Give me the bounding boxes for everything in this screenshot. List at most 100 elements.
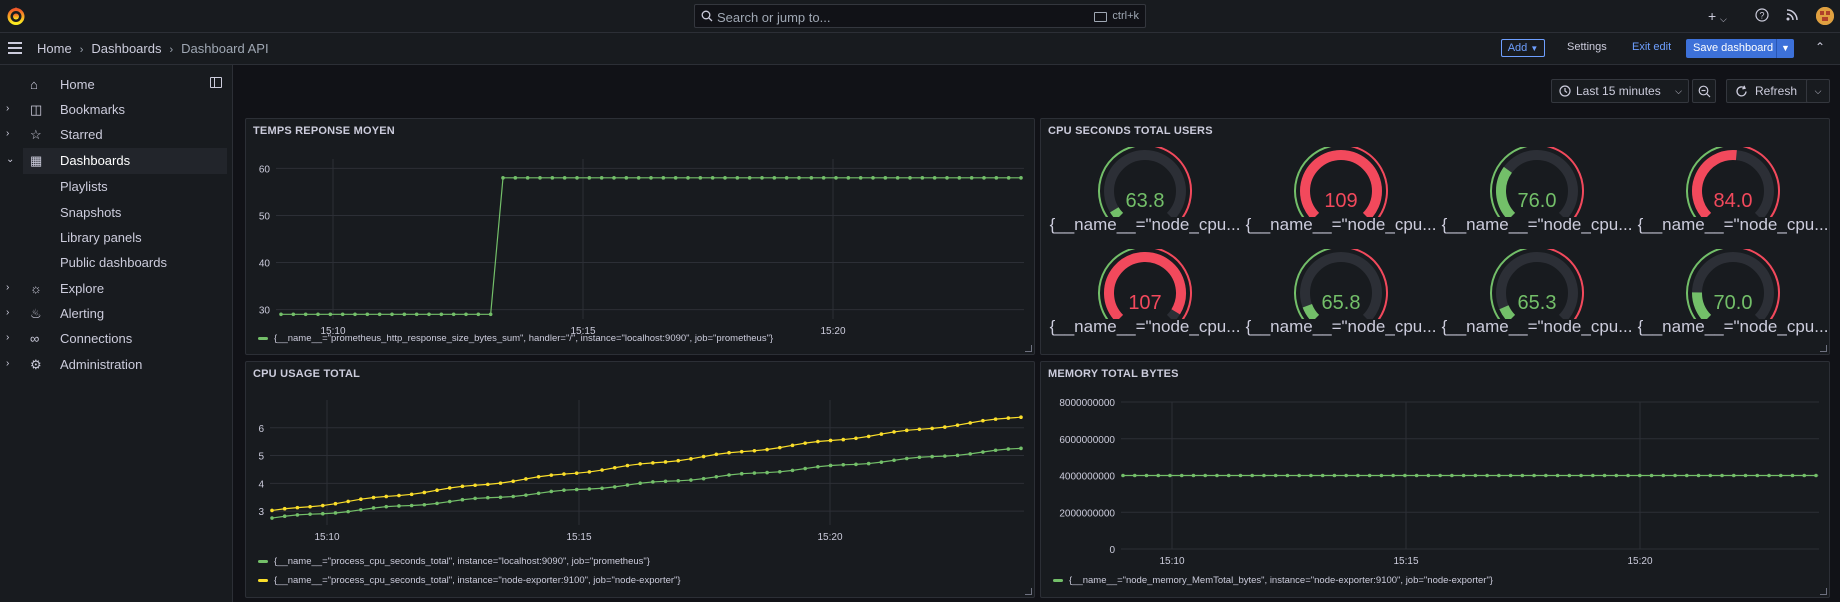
exit-edit-button[interactable]: Exit edit [1632, 41, 1671, 53]
chevron-right-icon[interactable]: › [6, 307, 9, 318]
data-point [701, 476, 706, 481]
sidebar-item-library-panels[interactable]: Library panels [0, 225, 232, 251]
sidebar-item-snapshots[interactable]: Snapshots [0, 200, 232, 226]
gauge-label: {__name__="node_cpu... [1245, 215, 1437, 234]
sidebar-item-alerting[interactable]: › ♨ Alerting [0, 301, 232, 327]
legend-item[interactable]: {__name__="process_cpu_seconds_total", i… [258, 575, 681, 586]
zoom-out-icon [1698, 85, 1711, 98]
search-input[interactable]: Search or jump to... ctrl+k [694, 4, 1146, 28]
chevron-up-icon[interactable]: ⌃ [1815, 40, 1825, 54]
menu-icon[interactable] [8, 42, 22, 54]
data-point [752, 471, 757, 475]
data-point [1285, 473, 1290, 478]
data-point [790, 443, 795, 448]
sidebar-item-label: Bookmarks [60, 102, 126, 117]
panel-temps-reponse-moyen[interactable]: TEMPS REPONSE MOYEN 30 40 50 60 15:10 15:15 15… [245, 118, 1035, 355]
panel-cpu-seconds-total-users[interactable]: CPU SECONDS TOTAL USERS 63.8 {__name__="n… [1040, 118, 1830, 355]
sidebar-item-playlists[interactable]: Playlists [0, 174, 232, 200]
legend-label: {__name__="process_cpu_seconds_total", i… [274, 575, 681, 586]
data-point [723, 176, 727, 180]
chevron-down-icon[interactable]: ▼ [1776, 39, 1794, 58]
resize-handle[interactable] [1025, 588, 1032, 595]
sidebar-item-explore[interactable]: › ☼ Explore [0, 276, 232, 302]
data-point [524, 493, 528, 497]
data-point [1019, 446, 1023, 451]
data-point [422, 490, 427, 495]
data-point [1814, 473, 1818, 478]
data-point [982, 176, 986, 180]
panel-cpu-usage-total[interactable]: CPU USAGE TOTAL 3 4 5 6 15:10 15:15 15:20 {__n… [245, 361, 1035, 598]
gauge-value: 70.0 [1713, 292, 1753, 314]
chevron-right-icon[interactable]: › [6, 332, 9, 343]
legend-item[interactable]: {__name__="prometheus_http_response_size… [258, 333, 773, 344]
data-point [846, 176, 851, 180]
gauge[interactable]: 107 {__name__="node_cpu... [1047, 249, 1243, 349]
chevron-down-icon[interactable]: ⌵ [1720, 11, 1727, 27]
gauge-value: 63.8 [1125, 190, 1165, 212]
chevron-right-icon[interactable]: › [6, 282, 9, 293]
data-point [384, 504, 389, 509]
data-point [340, 312, 345, 317]
legend-item[interactable]: {__name__="node_memory_MemTotal_bytes", … [1053, 575, 1493, 586]
data-point [981, 450, 985, 454]
data-point [879, 460, 884, 464]
resize-handle[interactable] [1820, 588, 1827, 595]
apps-icon: ▦ [30, 153, 43, 168]
zoom-out-button[interactable] [1692, 79, 1716, 103]
sidebar-item-administration[interactable]: › ⚙ Administration [0, 352, 232, 378]
time-range-picker[interactable]: Last 15 minutes ⌵ [1551, 79, 1689, 103]
data-point [1743, 473, 1748, 478]
avatar[interactable] [1816, 7, 1834, 25]
data-point [638, 481, 642, 486]
data-point [333, 511, 338, 515]
chevron-down-icon[interactable]: ⌄ [6, 154, 14, 165]
gauge[interactable]: 84.0 {__name__="node_cpu... [1635, 147, 1831, 247]
data-point [663, 460, 668, 464]
legend-label: {__name__="process_cpu_seconds_total", i… [274, 556, 650, 567]
breadcrumb-current: Dashboard API [181, 41, 269, 56]
data-point [834, 176, 838, 180]
save-dashboard-button[interactable]: Save dashboard ▼ [1686, 39, 1794, 58]
sidebar-item-public-dashboards[interactable]: Public dashboards [0, 250, 232, 276]
gauge[interactable]: 76.0 {__name__="node_cpu... [1439, 147, 1635, 247]
breadcrumb-home[interactable]: Home [37, 41, 72, 56]
grafana-logo-icon[interactable] [6, 6, 26, 26]
chevron-right-icon[interactable]: › [6, 358, 9, 369]
gauge[interactable]: 65.3 {__name__="node_cpu... [1439, 249, 1635, 349]
sidebar-item-bookmarks[interactable]: › ◫ Bookmarks [0, 97, 232, 123]
data-point [955, 423, 960, 427]
breadcrumb-dashboards[interactable]: Dashboards [91, 41, 161, 56]
data-point [612, 465, 617, 470]
refresh-button[interactable]: Refresh [1726, 79, 1816, 103]
chevron-right-icon[interactable]: › [6, 103, 9, 114]
gauge[interactable]: 63.8 {__name__="node_cpu... [1047, 147, 1243, 247]
resize-handle[interactable] [1025, 345, 1032, 352]
sidebar-item-dashboards[interactable]: ▦ Dashboards ⌄ [6, 148, 227, 174]
sidebar-item-starred[interactable]: › ☆ Starred [0, 122, 232, 148]
sidebar-item-connections[interactable]: › ∞ Connections [0, 326, 232, 352]
gauge[interactable]: 109 {__name__="node_cpu... [1243, 147, 1439, 247]
data-point [917, 427, 922, 432]
panel-memory-total-bytes[interactable]: MEMORY TOTAL BYTES 0 2000000000 4000000000… [1040, 361, 1830, 598]
gauge-value: 107 [1128, 292, 1162, 314]
data-point [892, 430, 896, 434]
data-point [1696, 473, 1701, 478]
data-point [1168, 473, 1172, 478]
gauge[interactable]: 70.0 {__name__="node_cpu... [1635, 249, 1831, 349]
data-point [1356, 473, 1360, 478]
series-line [281, 177, 1021, 315]
gauge[interactable]: 65.8 {__name__="node_cpu... [1243, 249, 1439, 349]
sidebar-item-home[interactable]: ⌂ Home [0, 72, 232, 98]
data-point [701, 454, 706, 459]
chevron-right-icon[interactable]: › [6, 128, 9, 139]
gauge-label: {__name__="node_cpu... [1441, 317, 1633, 336]
plus-icon[interactable]: + [1708, 8, 1716, 24]
resize-handle[interactable] [1820, 345, 1827, 352]
settings-button[interactable]: Settings [1567, 41, 1607, 53]
legend-item[interactable]: {__name__="process_cpu_seconds_total", i… [258, 556, 650, 567]
rss-icon[interactable] [1785, 8, 1799, 22]
help-icon[interactable]: ? [1755, 8, 1769, 22]
refresh-interval-dropdown[interactable]: ⌵ [1806, 79, 1830, 103]
compass-icon: ☼ [30, 281, 42, 296]
add-button[interactable]: Add ▼ [1501, 39, 1545, 57]
